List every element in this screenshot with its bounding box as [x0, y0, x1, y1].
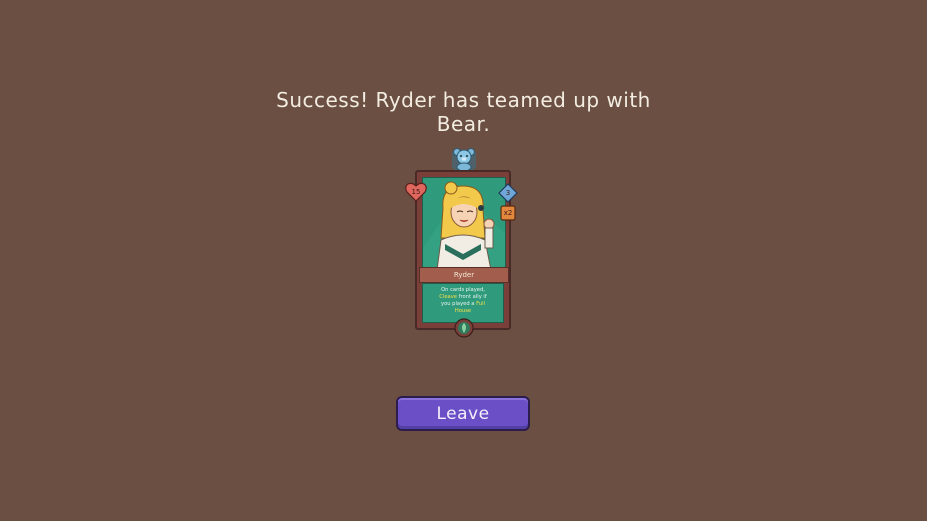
leaf-gem-icon — [454, 318, 474, 338]
result-message-line1: Success! Ryder has teamed up with — [276, 88, 651, 112]
leave-button-label: Leave — [436, 403, 490, 424]
health-value: 15 — [411, 188, 421, 196]
attack-badge: 3 — [498, 183, 518, 203]
keyword-house[interactable]: House — [455, 308, 471, 314]
leave-button[interactable]: Leave — [396, 396, 530, 431]
attack-value: 3 — [505, 189, 511, 197]
card-name: Ryder — [453, 271, 475, 279]
card-portrait — [422, 177, 506, 271]
desc-line2: front ally if — [457, 294, 487, 300]
keyword-full[interactable]: Full — [476, 301, 485, 307]
result-message-line2: Bear. — [436, 112, 491, 136]
desc-line3: you played a — [441, 301, 477, 307]
counter-value: x2 — [503, 209, 513, 217]
ryder-portrait-art — [423, 178, 505, 270]
companion-card: Ryder On cards played, Cleave front ally… — [405, 146, 523, 342]
bear-icon — [452, 148, 476, 172]
desc-line1: On cards played, — [441, 287, 485, 293]
result-message: Success! Ryder has teamed up with Bear. — [0, 88, 927, 136]
counter-badge: x2 — [499, 204, 517, 222]
card-frame: Ryder On cards played, Cleave front ally… — [415, 170, 511, 330]
card-name-banner: Ryder — [419, 267, 509, 283]
card-description: On cards played, Cleave front ally if yo… — [422, 283, 504, 323]
health-badge: 15 — [405, 182, 427, 202]
keyword-cleave[interactable]: Cleave — [439, 294, 457, 300]
